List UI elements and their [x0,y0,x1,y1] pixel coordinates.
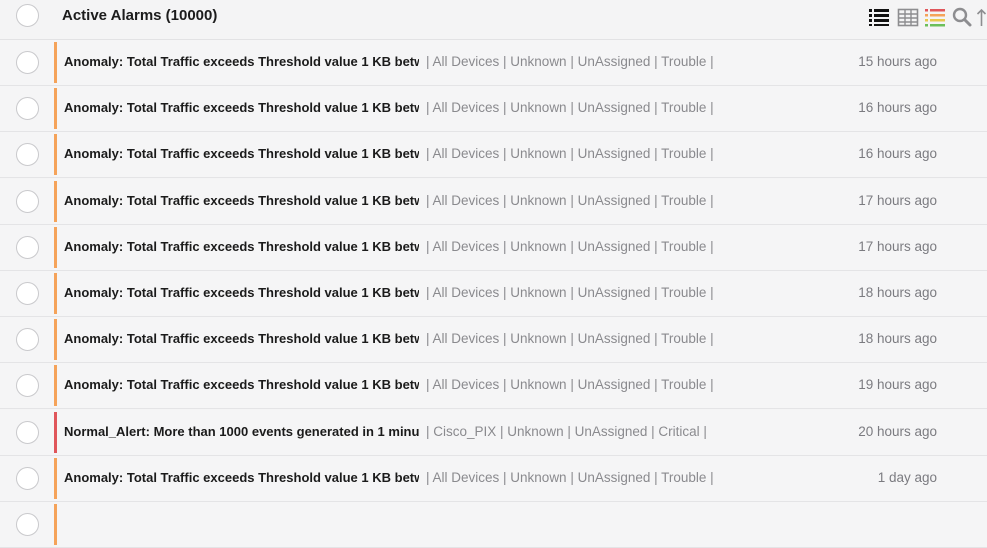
alarm-title[interactable]: Normal_Alert: More than 1000 events gene… [64,424,419,439]
alarm-meta: | All Devices | Unknown | UnAssigned | T… [426,54,714,69]
list-view-icon[interactable] [868,6,890,28]
row-select-checkbox[interactable] [16,420,39,444]
alarm-row[interactable]: Anomaly: Total Traffic exceeds Threshold… [0,224,987,271]
sort-arrow-icon[interactable] [976,6,987,28]
severity-list-icon[interactable] [924,6,946,28]
row-select-checkbox[interactable] [16,189,39,213]
row-select-checkbox[interactable] [16,51,39,74]
alarm-row[interactable]: Anomaly: Total Traffic exceeds Threshold… [0,86,987,133]
alarm-title[interactable]: Anomaly: Total Traffic exceeds Threshold… [64,331,419,346]
severity-indicator [54,88,57,130]
alarm-meta: | All Devices | Unknown | UnAssigned | T… [426,146,714,162]
alarm-meta: | Cisco_PIX | Unknown | UnAssigned | Cri… [426,423,707,439]
severity-indicator [54,319,57,361]
alarm-time: 15 hours ago [858,54,937,69]
alarm-meta: | All Devices | Unknown | UnAssigned | T… [426,377,714,393]
alarm-row[interactable]: Anomaly: Total Traffic exceeds Threshold… [0,455,987,502]
alarm-meta: | All Devices | Unknown | UnAssigned | T… [426,331,714,347]
severity-indicator [54,457,57,499]
alarm-title[interactable]: Anomaly: Total Traffic exceeds Threshold… [64,100,419,115]
severity-indicator [54,365,57,407]
alarm-meta: | All Devices | Unknown | UnAssigned | T… [426,285,714,300]
alarm-time: 16 hours ago [858,100,937,116]
alarm-row[interactable]: Anomaly: Total Traffic exceeds Threshold… [0,132,987,179]
alarm-title[interactable]: Anomaly: Total Traffic exceeds Threshold… [64,239,419,254]
alarm-meta: | All Devices | Unknown | UnAssigned | T… [426,100,714,116]
alarm-row[interactable]: Anomaly: Total Traffic exceeds Threshold… [0,363,987,410]
alarm-title[interactable]: Anomaly: Total Traffic exceeds Threshold… [64,146,419,161]
row-select-checkbox[interactable] [16,97,39,121]
row-select-checkbox[interactable] [16,328,39,352]
row-select-checkbox[interactable] [16,513,39,536]
alarm-row[interactable] [0,502,987,548]
alarm-row[interactable]: Anomaly: Total Traffic exceeds Threshold… [0,40,987,86]
alarm-meta: | All Devices | Unknown | UnAssigned | T… [426,238,714,254]
search-icon[interactable] [951,6,973,28]
alarm-row[interactable]: Anomaly: Total Traffic exceeds Threshold… [0,178,987,225]
select-all-checkbox[interactable] [16,4,39,27]
row-select-checkbox[interactable] [16,282,39,305]
alarm-title[interactable]: Anomaly: Total Traffic exceeds Threshold… [64,285,419,300]
alarm-meta: | All Devices | Unknown | UnAssigned | T… [426,192,714,208]
severity-indicator [54,411,57,453]
alarm-time: 1 day ago [877,469,937,485]
alarm-row[interactable]: Anomaly: Total Traffic exceeds Threshold… [0,271,987,317]
alarm-time: 19 hours ago [858,377,937,393]
alarm-row[interactable]: Normal_Alert: More than 1000 events gene… [0,409,987,456]
severity-indicator [54,226,57,268]
row-select-checkbox[interactable] [16,143,39,167]
row-select-checkbox[interactable] [16,466,39,490]
alarm-row[interactable]: Anomaly: Total Traffic exceeds Threshold… [0,317,987,364]
alarm-time: 16 hours ago [858,146,937,162]
alarm-time: 18 hours ago [858,285,937,300]
alarm-meta: | All Devices | Unknown | UnAssigned | T… [426,469,714,485]
alarm-title[interactable]: Anomaly: Total Traffic exceeds Threshold… [64,470,419,485]
alarm-title[interactable]: Anomaly: Total Traffic exceeds Threshold… [64,377,419,392]
severity-indicator [54,504,57,545]
page-title: Active Alarms (10000) [62,7,218,24]
alarm-time: 17 hours ago [858,238,937,254]
row-select-checkbox[interactable] [16,374,39,398]
alarm-time: 17 hours ago [858,192,937,208]
alarm-time: 20 hours ago [858,423,937,439]
alarms-header: Active Alarms (10000) [0,0,987,40]
grid-view-icon[interactable] [897,6,919,28]
severity-indicator [54,42,57,83]
severity-indicator [54,180,57,222]
alarm-title[interactable]: Anomaly: Total Traffic exceeds Threshold… [64,54,419,69]
row-select-checkbox[interactable] [16,235,39,259]
alarm-title[interactable]: Anomaly: Total Traffic exceeds Threshold… [64,193,419,208]
alarm-time: 18 hours ago [858,331,937,347]
severity-indicator [54,273,57,314]
severity-indicator [54,134,57,176]
